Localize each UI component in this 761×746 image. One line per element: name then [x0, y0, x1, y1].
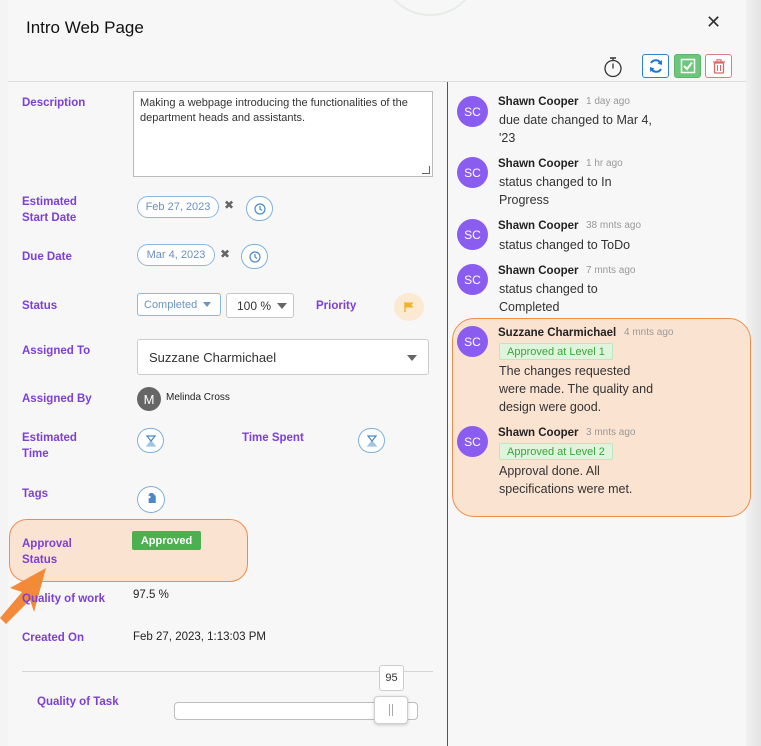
priority-label: Priority: [316, 300, 357, 312]
start-date-label: Estimated Start Date: [22, 196, 77, 224]
chevron-down-icon: [407, 355, 417, 361]
trash-icon: [712, 58, 725, 74]
stopwatch-icon[interactable]: [602, 56, 624, 78]
quality-of-work-value: 97.5 %: [133, 589, 169, 601]
estimated-time-label: Estimated Time: [22, 432, 77, 460]
flag-icon: [404, 302, 414, 312]
start-date-picker[interactable]: Feb 27, 2023: [137, 196, 219, 218]
start-time-clock-icon[interactable]: [246, 196, 273, 221]
assigned-to-dropdown[interactable]: Suzzane Charmichael: [137, 339, 429, 375]
activity-text: due date changed to Mar 4, '23: [499, 113, 652, 145]
quality-of-work-label: Quality of work: [22, 593, 106, 605]
delete-button[interactable]: [705, 54, 732, 78]
activity-author: Shawn Cooper: [498, 265, 579, 277]
activity-author: Suzzane Charmichael: [498, 327, 617, 339]
refresh-button[interactable]: [642, 54, 669, 78]
activity-time: 3 mnts ago: [586, 427, 636, 438]
chevron-down-icon: [203, 302, 212, 307]
check-icon: [680, 58, 695, 74]
avatar: SC: [457, 264, 488, 295]
activity-author: Shawn Cooper: [498, 220, 579, 232]
time-spent-label: Time Spent: [242, 432, 304, 444]
tags-label: Tags: [22, 488, 48, 500]
assigned-to-value: Suzzane Charmichael: [149, 349, 277, 365]
refresh-icon: [649, 59, 662, 73]
slider-value-tooltip: 95: [379, 665, 404, 691]
activity-text: status changed to ToDo: [499, 238, 631, 252]
avatar: M: [137, 387, 161, 411]
due-time-clock-icon[interactable]: [241, 244, 268, 269]
section-divider: [22, 671, 433, 672]
activity-time: 38 mnts ago: [586, 220, 642, 231]
clear-start-date-icon[interactable]: ✖: [224, 198, 234, 212]
approval-level-badge: Approved at Level 2: [499, 443, 613, 460]
activity-author: Shawn Cooper: [498, 158, 579, 170]
due-date-picker[interactable]: Mar 4, 2023: [137, 244, 215, 266]
created-on-label: Created On: [22, 632, 84, 644]
activity-time: 4 mnts ago: [624, 327, 674, 338]
assigned-by-name: Melinda Cross: [166, 392, 230, 403]
activity-text: The changes requested were made. The qual…: [499, 364, 654, 414]
percent-value: 100 %: [237, 298, 272, 313]
due-date-label: Due Date: [22, 251, 72, 263]
activity-text: status changed to Completed: [499, 282, 598, 314]
avatar: SC: [457, 96, 488, 127]
resize-handle-icon[interactable]: [422, 166, 430, 174]
task-title: Intro Web Page: [26, 18, 144, 37]
avatar: SC: [457, 219, 488, 250]
status-dropdown[interactable]: Completed: [137, 293, 221, 316]
status-badge: Approved: [132, 531, 201, 550]
close-icon[interactable]: ✕: [706, 12, 721, 33]
status-label: Status: [22, 300, 58, 312]
activity-time: 1 hr ago: [586, 158, 623, 169]
assigned-to-label: Assigned To: [22, 345, 91, 357]
assigned-by-label: Assigned By: [22, 393, 92, 405]
clear-due-date-icon[interactable]: ✖: [220, 247, 230, 261]
chevron-down-icon: [277, 302, 288, 309]
avatar: SC: [457, 326, 488, 357]
column-divider: [447, 82, 448, 746]
approval-level-badge: Approved at Level 1: [499, 343, 613, 360]
tag-icon[interactable]: [137, 486, 165, 513]
mark-complete-button[interactable]: [674, 54, 701, 78]
time-spent-hourglass-icon[interactable]: [358, 428, 385, 453]
avatar: SC: [457, 157, 488, 188]
activity-text: status changed to In Progress: [499, 175, 612, 207]
description-label: Description: [22, 97, 86, 109]
avatar: SC: [457, 426, 488, 457]
created-on-value: Feb 27, 2023, 1:13:03 PM: [133, 631, 266, 643]
estimated-time-hourglass-icon[interactable]: [137, 428, 164, 453]
activity-author: Shawn Cooper: [498, 96, 579, 108]
priority-flag-button[interactable]: [394, 293, 424, 321]
activity-text: Approval done. All specifications were me…: [499, 464, 633, 496]
activity-time: 7 mnts ago: [586, 265, 636, 276]
quality-of-task-label: Quality of Task: [37, 696, 119, 708]
activity-time: 1 day ago: [586, 96, 630, 107]
header-divider: [8, 81, 746, 82]
description-textarea[interactable]: Making a webpage introducing the functio…: [133, 91, 433, 177]
description-text: Making a webpage introducing the functio…: [140, 97, 408, 124]
percent-complete-dropdown[interactable]: 100 %: [226, 293, 294, 318]
slider-handle[interactable]: [374, 696, 408, 724]
activity-author: Shawn Cooper: [498, 427, 579, 439]
grip-icon: [389, 704, 393, 716]
status-value: Completed: [144, 298, 198, 311]
